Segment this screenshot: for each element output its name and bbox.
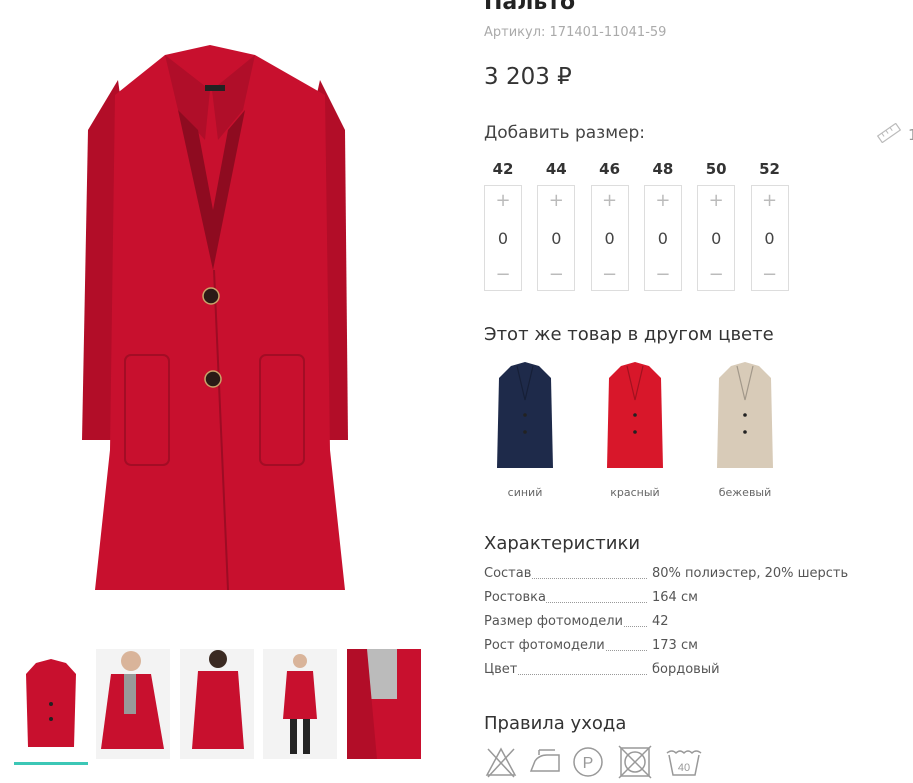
color-variant-image[interactable] <box>705 360 785 472</box>
spec-row: Ростовка 164 см <box>484 590 864 610</box>
color-variant-label: бежевый <box>718 486 772 499</box>
spec-key: Ростовка <box>484 590 546 605</box>
spec-key: Цвет <box>484 662 518 677</box>
thumbnail-2[interactable] <box>96 649 170 759</box>
product-sku: Артикул: 171401-11041-59 <box>484 25 667 40</box>
size-label: 46 <box>599 160 621 178</box>
decrement-button[interactable]: − <box>698 260 734 290</box>
size-column-3: 48 +0 − <box>643 158 682 291</box>
thumbnail-1[interactable] <box>14 649 88 765</box>
quantity-stepper: +0 − <box>643 185 682 291</box>
professional-cleaning-p-icon: P <box>571 745 605 783</box>
color-variant-1[interactable]: красный <box>595 360 675 499</box>
thumbnail-4[interactable] <box>263 649 337 759</box>
quantity-stepper: +0 − <box>484 185 522 291</box>
other-colors-title: Этот же товар в другом цвете <box>484 324 774 345</box>
spec-value: 164 см <box>652 590 698 605</box>
quantity-stepper: +0 − <box>590 185 629 291</box>
ruler-icon <box>876 122 902 147</box>
size-column-4: 50 +0 − <box>697 158 736 291</box>
color-variant-image[interactable] <box>485 360 565 472</box>
iron-icon <box>527 745 563 783</box>
spec-key: Размер фотомодели <box>484 614 624 629</box>
svg-text:P: P <box>583 755 594 772</box>
no-bleach-icon <box>484 745 518 783</box>
quantity-value[interactable]: 0 <box>498 229 508 248</box>
main-product-image[interactable] <box>0 0 450 630</box>
no-tumble-dry-icon <box>617 745 653 783</box>
increment-button[interactable]: + <box>485 186 521 216</box>
spec-row: Размер фотомодели 42 <box>484 614 864 634</box>
spec-value: 80% полиэстер, 20% шерсть <box>652 566 849 581</box>
increment-button[interactable]: + <box>698 186 734 216</box>
size-label: 42 <box>492 160 514 178</box>
size-label: 50 <box>705 160 727 178</box>
size-column-0: 42 +0 − <box>484 158 522 291</box>
product-price: 3 203 ₽ <box>484 64 572 90</box>
spec-key: Состав <box>484 566 532 581</box>
quantity-value[interactable]: 0 <box>764 229 774 248</box>
increment-button[interactable]: + <box>538 186 574 216</box>
color-variant-2[interactable]: бежевый <box>705 360 785 499</box>
spec-key: Рост фотомодели <box>484 638 605 653</box>
wash-40-icon: 40 <box>664 745 704 783</box>
size-guide-link[interactable]: 1 <box>876 122 913 147</box>
size-label: 52 <box>759 160 780 178</box>
add-size-label: Добавить размер: <box>484 123 646 143</box>
decrement-button[interactable]: − <box>645 260 681 290</box>
color-variant-label: синий <box>507 486 543 499</box>
product-title: Пальто <box>484 0 576 15</box>
spec-value: 173 см <box>652 638 698 653</box>
decrement-button[interactable]: − <box>752 260 788 290</box>
color-variant-label: красный <box>610 486 660 499</box>
color-variant-0[interactable]: синий <box>485 360 565 499</box>
size-label: 48 <box>652 160 674 178</box>
size-guide-text: 1 <box>908 126 913 144</box>
spec-row: Рост фотомодели 173 см <box>484 638 864 658</box>
spec-row: Цвет бордовый <box>484 662 864 682</box>
color-variant-image[interactable] <box>595 360 675 472</box>
spec-value: 42 <box>652 614 669 629</box>
spec-row: Состав 80% полиэстер, 20% шерсть <box>484 566 864 586</box>
increment-button[interactable]: + <box>592 186 628 216</box>
quantity-value[interactable]: 0 <box>551 229 561 248</box>
quantity-stepper: +0 − <box>750 185 789 291</box>
size-column-2: 46 +0 − <box>590 158 629 291</box>
size-label: 44 <box>545 160 567 178</box>
care-title: Правила ухода <box>484 713 627 734</box>
quantity-value[interactable]: 0 <box>658 229 668 248</box>
decrement-button[interactable]: − <box>592 260 628 290</box>
quantity-value[interactable]: 0 <box>711 229 721 248</box>
thumbnail-3[interactable] <box>180 649 254 759</box>
decrement-button[interactable]: − <box>538 260 574 290</box>
wash-temp-text: 40 <box>678 762 690 774</box>
quantity-stepper: +0 − <box>697 185 736 291</box>
spec-value: бордовый <box>652 662 720 677</box>
thumbnail-5[interactable] <box>347 649 421 759</box>
increment-button[interactable]: + <box>645 186 681 216</box>
decrement-button[interactable]: − <box>485 260 521 290</box>
quantity-value[interactable]: 0 <box>605 229 615 248</box>
quantity-stepper: +0 − <box>537 185 576 291</box>
size-column-1: 44 +0 − <box>537 158 576 291</box>
specs-title: Характеристики <box>484 533 641 554</box>
size-column-5: 52 +0 − <box>750 158 789 291</box>
increment-button[interactable]: + <box>752 186 788 216</box>
